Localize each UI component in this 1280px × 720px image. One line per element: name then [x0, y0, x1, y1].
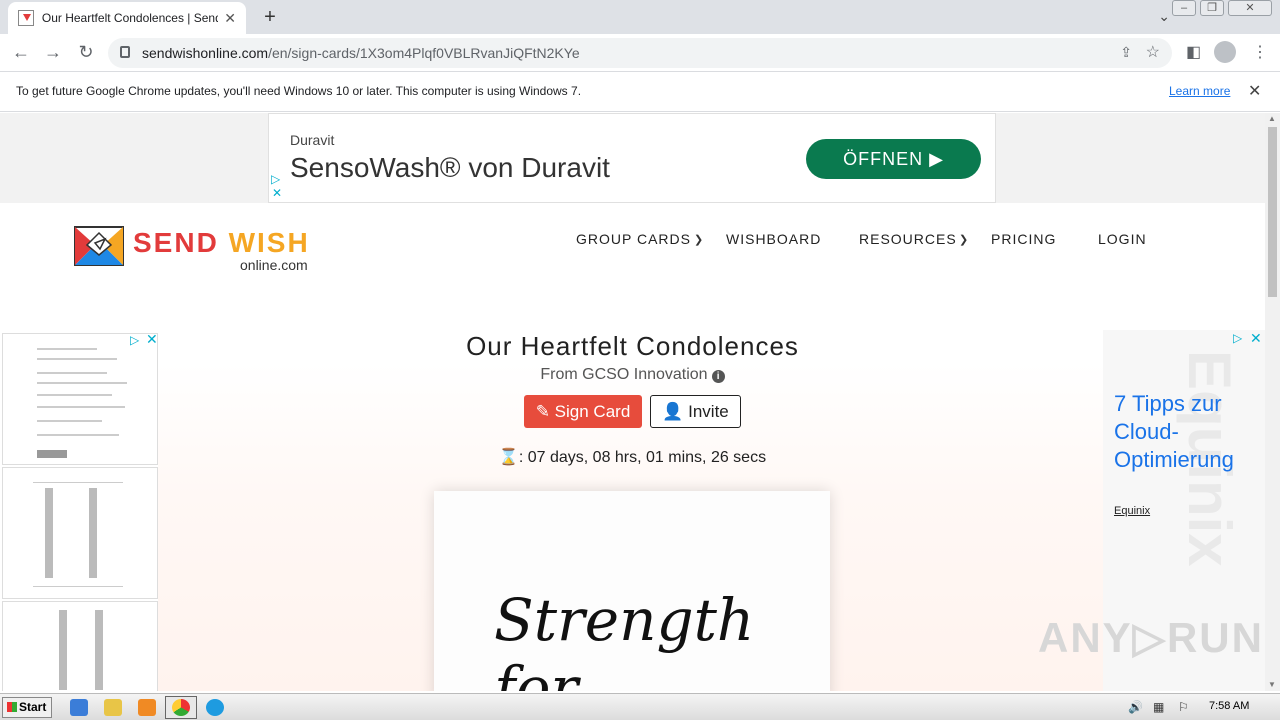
sign-card-button[interactable]: ✎ Sign Card [524, 395, 642, 428]
sign-card-label: Sign Card [554, 402, 631, 421]
forward-arrow-icon[interactable]: → [42, 42, 64, 63]
ad-close-icon[interactable]: ✕ [272, 186, 282, 200]
card-from-line: From GCSO Innovation i [380, 366, 885, 384]
reload-icon[interactable]: ↻ [75, 42, 97, 63]
ad-product-thumbnail[interactable] [2, 333, 158, 465]
nav-wishboard[interactable]: WISHBOARD [726, 231, 821, 247]
page-title: Our Heartfelt Condolences [466, 331, 799, 361]
start-button[interactable]: Start [2, 697, 52, 718]
left-sidebar-ad[interactable]: ▷ ✕ [2, 331, 158, 691]
tab-search-chevron-icon[interactable]: ⌄ [1158, 8, 1170, 25]
nav-login[interactable]: LOGIN [1098, 231, 1147, 247]
file-explorer-icon[interactable] [104, 699, 122, 716]
envelope-logo-icon [74, 226, 124, 266]
url-path: /en/sign-cards/1X3om4Plqf0VBLRvanJiQFtN2… [268, 45, 580, 61]
ad-headline[interactable]: 7 Tipps zur Cloud-Optimierung [1114, 390, 1259, 474]
ad-product-thumbnail[interactable] [2, 601, 158, 691]
ad-product-thumbnail[interactable] [2, 467, 158, 599]
pencil-icon: ✎ [535, 402, 555, 421]
back-arrow-icon[interactable]: ← [10, 42, 32, 63]
ad-brand[interactable]: Equinix [1114, 505, 1150, 517]
sendwish-logo[interactable]: SEND WISH online.com [73, 217, 323, 277]
learn-more-link[interactable]: Learn more [1169, 84, 1230, 98]
update-infobar: To get future Google Chrome updates, you… [0, 72, 1280, 112]
adchoices-icon[interactable]: ▷ [271, 172, 280, 186]
profile-avatar-icon[interactable] [1214, 41, 1236, 63]
scrollbar-thumb[interactable] [1268, 127, 1277, 297]
countdown-timer: ⌛: 07 days, 08 hrs, 01 mins, 26 secs [380, 447, 885, 467]
screen: Our Heartfelt Condolences | Sendwish ✕ +… [0, 0, 1280, 720]
tab-title: Our Heartfelt Condolences | Sendwish [41, 11, 218, 25]
browser-toolbar: ← → ↻ sendwishonline.com/en/sign-cards/1… [0, 34, 1280, 72]
page-viewport: Duravit SensoWash® von Duravit ÖFFNEN ▶ … [0, 113, 1265, 691]
hourglass-icon: ⌛ [498, 449, 519, 466]
menu-kebab-icon[interactable]: ⋮ [1252, 42, 1268, 62]
address-bar[interactable]: sendwishonline.com/en/sign-cards/1X3om4P… [108, 38, 1172, 68]
nav-group-cards[interactable]: GROUP CARDS [576, 231, 691, 247]
tab-close-icon[interactable]: ✕ [224, 10, 236, 27]
network-icon[interactable]: ▦ [1153, 700, 1164, 714]
info-icon[interactable]: i [711, 370, 725, 383]
volume-icon[interactable]: 🔊 [1128, 700, 1143, 714]
logo-wish: WISH [228, 227, 310, 258]
action-center-flag-icon[interactable]: ⚐ [1178, 700, 1189, 714]
edge-icon[interactable] [206, 699, 224, 716]
chrome-icon [172, 699, 190, 716]
windows-flag-icon [7, 702, 17, 712]
card-preview[interactable]: Strength for [434, 491, 830, 691]
ad-brand: Duravit [290, 132, 335, 148]
close-window-button[interactable]: ✕ [1228, 0, 1272, 16]
page-scrollbar[interactable]: ▲ ▼ [1265, 113, 1280, 691]
adchoices-icon[interactable]: ▷ [1233, 331, 1242, 345]
anyrun-watermark: ANY▷RUN [1038, 614, 1264, 661]
url-domain: sendwishonline.com [142, 45, 269, 61]
windows-taskbar: Start 🔊 ▦ ⚐ 7:58 AM [0, 693, 1280, 720]
ad-close-icon[interactable]: ✕ [146, 331, 158, 348]
lock-icon [120, 46, 130, 58]
tab-strip: Our Heartfelt Condolences | Sendwish ✕ +… [0, 0, 1280, 34]
bookmark-star-icon[interactable]: ☆ [1146, 42, 1160, 62]
ad-headline[interactable]: SensoWash® von Duravit [290, 152, 610, 184]
sendwish-favicon-icon [18, 10, 34, 26]
minimize-button[interactable]: – [1172, 0, 1196, 16]
internet-explorer-icon[interactable] [70, 699, 88, 716]
logo-send: SEND [133, 227, 229, 258]
countdown-text: : 07 days, 08 hrs, 01 mins, 26 secs [518, 449, 767, 466]
invite-label: Invite [688, 402, 729, 421]
media-player-icon[interactable] [138, 699, 156, 716]
ad-close-icon[interactable]: ✕ [1250, 330, 1262, 347]
site-header: SEND WISH online.com [0, 203, 1265, 303]
card-cover-text: Strength for [494, 586, 755, 691]
clock[interactable]: 7:58 AM [1209, 700, 1249, 712]
share-icon[interactable]: ⇪ [1120, 44, 1132, 61]
restore-button[interactable]: ❐ [1200, 0, 1224, 16]
infobar-message: To get future Google Chrome updates, you… [16, 84, 582, 98]
new-tab-button[interactable]: + [258, 6, 282, 29]
browser-tab[interactable]: Our Heartfelt Condolences | Sendwish ✕ [8, 2, 246, 34]
infobar-close-icon[interactable]: ✕ [1248, 81, 1261, 101]
url-text[interactable]: sendwishonline.com/en/sign-cards/1X3om4P… [142, 45, 580, 61]
invite-button[interactable]: 👤 Invite [650, 395, 741, 428]
top-banner-ad[interactable]: Duravit SensoWash® von Duravit ÖFFNEN ▶ … [268, 113, 996, 203]
window-controls: – ❐ ✕ [1172, 0, 1272, 16]
start-label: Start [19, 700, 47, 714]
ad-open-button[interactable]: ÖFFNEN ▶ [806, 139, 981, 179]
chevron-down-icon[interactable]: ❯ [694, 233, 703, 246]
logo-online: online.com [240, 257, 308, 273]
scroll-down-icon[interactable]: ▼ [1268, 680, 1276, 689]
logo-wordmark: SEND WISH [133, 227, 310, 259]
nav-pricing[interactable]: PRICING [991, 231, 1056, 247]
scroll-up-icon[interactable]: ▲ [1268, 114, 1276, 123]
side-panel-icon[interactable]: ◧ [1186, 42, 1201, 62]
chevron-down-icon[interactable]: ❯ [959, 233, 968, 246]
card-sender: From GCSO Innovation [540, 366, 708, 383]
adchoices-icon[interactable]: ▷ [130, 333, 139, 347]
add-user-icon: 👤 [662, 402, 689, 421]
nav-resources[interactable]: RESOURCES [859, 231, 957, 247]
